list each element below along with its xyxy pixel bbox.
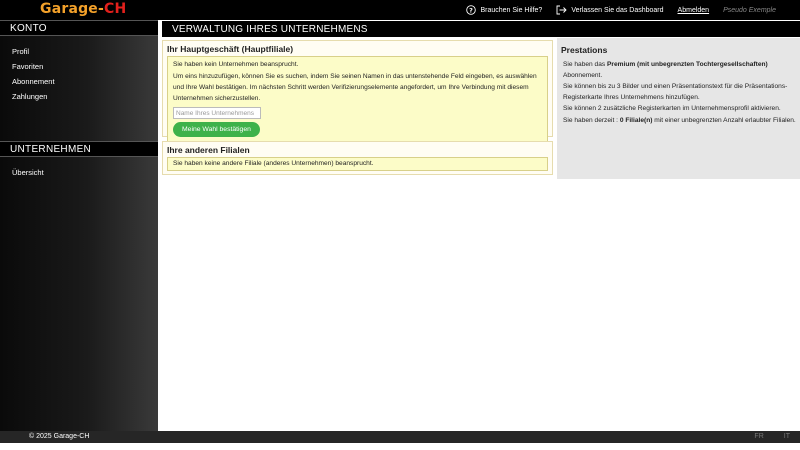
sidebar-item-abonnement[interactable]: Abonnement xyxy=(12,74,158,89)
main-business-title: Ihr Hauptgeschäft (Hauptfiliale) xyxy=(167,44,294,54)
main-business-info: Sie haben kein Unternehmen beansprucht. … xyxy=(167,56,548,142)
branches-count: 0 Filiale(n) xyxy=(619,116,653,124)
help-label: Brauchen Sie Hilfe? xyxy=(480,6,543,14)
other-branches-title: Ihre anderen Filialen xyxy=(167,145,250,155)
lang-fr-link[interactable]: FR xyxy=(754,433,763,440)
other-branches-panel: Ihre anderen Filialen Sie haben keine an… xyxy=(162,141,553,175)
sidebar-item-profil[interactable]: Profil xyxy=(12,44,158,59)
sidebar-item-favoriten[interactable]: Favoriten xyxy=(12,59,158,74)
sidebar-konto-list: Profil Favoriten Abonnement Zahlungen xyxy=(0,36,158,110)
branches-count-info: Sie haben derzeit : 0 Filiale(n) mit ein… xyxy=(561,116,796,127)
username-label[interactable]: Pseudo Exemple xyxy=(723,7,776,14)
sidebar-heading-unternehmen: UNTERNEHMEN xyxy=(0,141,158,157)
add-business-instructions: Um eins hinzuzufügen, können Sie es such… xyxy=(173,73,537,102)
footer: © 2025 Garage-CH FR IT xyxy=(0,431,800,443)
site-logo[interactable]: Garage-CH xyxy=(40,1,126,17)
sidebar-item-zahlungen[interactable]: Zahlungen xyxy=(12,89,158,104)
subscription-text-pre: Sie haben das xyxy=(563,61,607,68)
subscription-text-post: Abonnement. xyxy=(563,71,603,79)
lang-it-link[interactable]: IT xyxy=(784,433,790,440)
images-info: Sie können bis zu 3 Bilder und einen Prä… xyxy=(563,83,788,101)
confirm-choice-button[interactable]: Meine Wahl bestätigen xyxy=(173,122,260,137)
svg-text:?: ? xyxy=(469,6,473,14)
top-links: ? Brauchen Sie Hilfe? Verlassen Sie das … xyxy=(465,0,776,20)
leave-dashboard-link[interactable]: Verlassen Sie das Dashboard xyxy=(556,5,664,16)
subscription-plan-name: Premium (mit unbegrenzten Tochtergesells… xyxy=(607,61,768,68)
help-icon: ? xyxy=(465,5,476,16)
no-business-notice: Sie haben kein Unternehmen beansprucht. xyxy=(173,61,299,68)
sidebar-unternehmen-list: Übersicht xyxy=(0,157,158,186)
sidebar: KONTO Profil Favoriten Abonnement Zahlun… xyxy=(0,20,158,431)
business-name-input[interactable] xyxy=(173,107,261,119)
logo-text-garage: Garage- xyxy=(40,1,105,17)
top-bar: Garage-CH ? Brauchen Sie Hilfe? Verlasse… xyxy=(0,0,800,20)
copyright-text: © 2025 Garage-CH xyxy=(29,433,90,440)
leave-dashboard-label: Verlassen Sie das Dashboard xyxy=(571,6,664,14)
branches-text-post: mit einer unbegrenzten Anzahl erlaubter … xyxy=(652,116,796,124)
tabs-info: Sie können 2 zusätzliche Registerkarten … xyxy=(563,105,781,112)
prestations-panel: Prestations Sie haben das Premium (mit u… xyxy=(557,38,800,179)
logo-text-ch: CH xyxy=(104,1,127,17)
sidebar-item-uebersicht[interactable]: Übersicht xyxy=(12,165,158,180)
no-other-branches-notice: Sie haben keine andere Filiale (anderes … xyxy=(167,157,548,171)
sidebar-heading-konto: KONTO xyxy=(0,20,158,36)
main-business-panel: Ihr Hauptgeschäft (Hauptfiliale) Sie hab… xyxy=(162,40,553,142)
language-switcher: FR IT xyxy=(754,433,790,440)
page-bottom-strip xyxy=(0,443,800,450)
help-link[interactable]: ? Brauchen Sie Hilfe? xyxy=(465,5,542,16)
prestations-title: Prestations xyxy=(561,45,608,55)
logout-link[interactable]: Abmelden xyxy=(678,7,710,14)
page-title: VERWALTUNG IHRES UNTERNEHMENS xyxy=(162,21,800,37)
subscription-info: Sie haben das Premium (mit unbegrenzten … xyxy=(561,60,796,81)
exit-icon xyxy=(556,5,567,16)
branches-text-pre: Sie haben derzeit : xyxy=(563,116,620,124)
